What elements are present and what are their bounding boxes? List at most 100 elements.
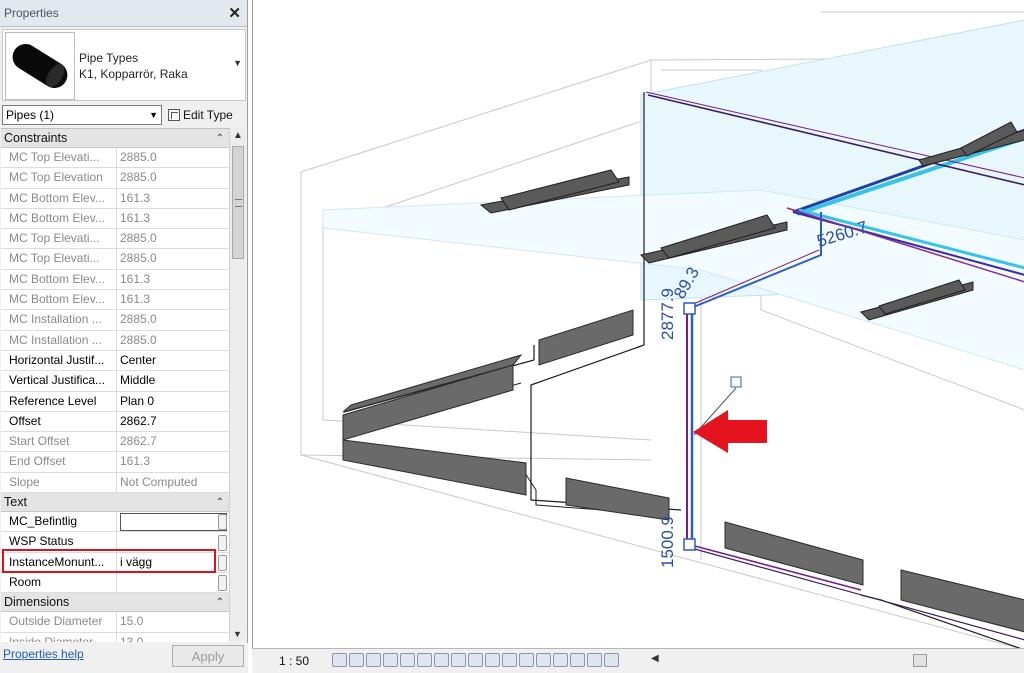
radiators[interactable] xyxy=(342,309,1024,633)
property-value[interactable]: 2862.7 xyxy=(117,412,229,431)
section-text[interactable]: Text ⌃ xyxy=(1,493,229,513)
apply-button[interactable]: Apply xyxy=(172,645,244,667)
property-value[interactable]: 2885.0 xyxy=(117,331,229,350)
property-value[interactable]: 2885.0 xyxy=(117,148,229,167)
selected-vertical-pipe[interactable] xyxy=(683,302,696,551)
property-row[interactable]: MC Top Elevati... 2885.0 xyxy=(1,148,229,169)
property-row[interactable]: WSP Status xyxy=(1,532,229,553)
property-label: Slope xyxy=(1,472,117,493)
properties-scrollbar[interactable]: ▲ ▼ xyxy=(229,128,246,641)
pipe-type-thumbnail xyxy=(5,32,75,100)
property-row[interactable]: MC Bottom Elev... 161.3 xyxy=(1,208,229,230)
property-row[interactable]: MC Installation ... 2885.0 xyxy=(1,310,229,331)
property-value[interactable]: 2885.0 xyxy=(117,249,229,268)
scroll-left-icon[interactable]: ◀ xyxy=(651,653,659,664)
chevron-down-icon[interactable]: ▼ xyxy=(233,58,242,68)
show-rendering-icon[interactable] xyxy=(400,653,415,667)
cell-edit-button[interactable] xyxy=(218,535,227,551)
instance-filter-dropdown[interactable]: Pipes (1) ▼ xyxy=(2,105,162,125)
property-row[interactable]: Reference Level Plan 0 xyxy=(1,391,229,412)
collapse-icon[interactable]: ⌃ xyxy=(216,133,224,144)
temporary-hide-icon[interactable] xyxy=(468,653,483,667)
type-selector[interactable]: Pipe Types K1, Kopparrör, Raka ▼ xyxy=(2,29,246,101)
crop-3d-icon[interactable] xyxy=(587,653,602,667)
property-row[interactable]: End Offset 161.3 xyxy=(1,452,229,473)
property-value[interactable] xyxy=(117,573,229,592)
property-label: MC Top Elevati... xyxy=(1,229,117,249)
property-value[interactable]: 161.3 xyxy=(117,209,229,228)
property-value[interactable] xyxy=(117,512,229,532)
property-value[interactable]: Center xyxy=(117,351,229,370)
property-row[interactable]: Outside Diameter 15.0 xyxy=(1,612,229,633)
property-row[interactable]: MC Top Elevation 2885.0 xyxy=(1,168,229,189)
property-row[interactable]: MC Installation ... 2885.0 xyxy=(1,330,229,351)
property-row[interactable]: InstanceMonunt... i vägg xyxy=(1,552,229,573)
scroll-down-icon[interactable]: ▼ xyxy=(233,629,242,639)
property-label: MC Bottom Elev... xyxy=(1,208,117,229)
reveal-hidden-icon[interactable] xyxy=(485,653,500,667)
3d-viewport[interactable]: 5260.7 2877.9 89.3 1500.9 xyxy=(252,0,1024,673)
detail-level-icon[interactable] xyxy=(332,653,347,667)
chevron-down-icon: ▼ xyxy=(149,110,158,120)
shadows-icon[interactable] xyxy=(383,653,398,667)
property-row[interactable]: Inside Diameter 13.0 xyxy=(1,632,229,642)
collapse-icon[interactable]: ⌃ xyxy=(216,597,224,608)
property-value[interactable]: 161.3 xyxy=(117,290,229,309)
property-row[interactable]: MC_Befintlig xyxy=(1,512,229,533)
property-row[interactable]: MC Bottom Elev... 161.3 xyxy=(1,269,229,291)
close-icon[interactable]: ✕ xyxy=(228,4,241,22)
unlocked-view-icon[interactable] xyxy=(451,653,466,667)
edit-type-button[interactable]: Edit Type xyxy=(168,106,233,124)
property-label: End Offset xyxy=(1,452,117,472)
section-constraints[interactable]: Constraints ⌃ xyxy=(1,129,229,148)
sun-path-icon[interactable] xyxy=(366,653,381,667)
property-row[interactable]: Start Offset 2862.7 xyxy=(1,432,229,453)
property-row[interactable]: Slope Not Computed xyxy=(1,472,229,494)
property-value[interactable]: 161.3 xyxy=(117,452,229,471)
horizontal-scroll-thumb[interactable] xyxy=(913,654,927,667)
show-crop-region-icon[interactable] xyxy=(434,653,449,667)
property-row[interactable]: MC Bottom Elev... 161.3 xyxy=(1,290,229,311)
property-value[interactable]: 161.3 xyxy=(117,189,229,208)
property-value[interactable]: 2862.7 xyxy=(117,432,229,451)
property-value[interactable]: 13.0 xyxy=(117,633,229,642)
property-value[interactable]: 2885.0 xyxy=(117,229,229,248)
worksharing-icon[interactable] xyxy=(553,653,568,667)
scroll-up-icon[interactable]: ▲ xyxy=(233,130,243,141)
analytical-model-icon[interactable] xyxy=(502,653,517,667)
view-properties-icon[interactable] xyxy=(570,653,585,667)
property-value[interactable]: 2885.0 xyxy=(117,310,229,329)
panel-title: Properties xyxy=(4,6,59,20)
property-row[interactable]: Horizontal Justif... Center xyxy=(1,350,229,372)
reveal-constraints-icon[interactable] xyxy=(536,653,551,667)
property-row[interactable]: Vertical Justifica... Middle xyxy=(1,371,229,392)
view-scale[interactable]: 1 : 50 xyxy=(279,654,309,668)
property-row[interactable]: MC Bottom Elev... 161.3 xyxy=(1,188,229,209)
collapse-icon[interactable]: ⌃ xyxy=(216,497,224,508)
section-box-icon[interactable] xyxy=(604,653,619,667)
crop-view-icon[interactable] xyxy=(417,653,432,667)
property-row[interactable]: Offset 2862.7 xyxy=(1,411,229,433)
property-value[interactable] xyxy=(117,532,229,551)
visual-style-icon[interactable] xyxy=(349,653,364,667)
properties-help-link[interactable]: Properties help xyxy=(3,647,84,661)
highlight-displacement-icon[interactable] xyxy=(519,653,534,667)
cell-edit-button[interactable] xyxy=(218,575,227,591)
property-label: MC_Befintlig xyxy=(1,512,117,532)
property-value[interactable]: 161.3 xyxy=(117,270,229,289)
property-input[interactable] xyxy=(120,513,227,532)
property-value[interactable]: Middle xyxy=(117,371,229,390)
cell-edit-button[interactable] xyxy=(218,514,227,530)
section-dimensions[interactable]: Dimensions ⌃ xyxy=(1,593,229,613)
section-title: Dimensions xyxy=(4,595,70,610)
property-value[interactable]: 2885.0 xyxy=(117,168,229,187)
property-row[interactable]: MC Top Elevati... 2885.0 xyxy=(1,249,229,270)
property-value[interactable]: i vägg xyxy=(117,553,229,572)
property-value[interactable]: 15.0 xyxy=(117,612,229,631)
property-row[interactable]: MC Top Elevati... 2885.0 xyxy=(1,229,229,250)
property-value[interactable]: Not Computed xyxy=(117,473,229,492)
cell-edit-button[interactable] xyxy=(218,555,227,571)
property-row[interactable]: Room xyxy=(1,572,229,594)
property-value[interactable]: Plan 0 xyxy=(117,392,229,411)
scroll-thumb[interactable] xyxy=(232,146,244,259)
